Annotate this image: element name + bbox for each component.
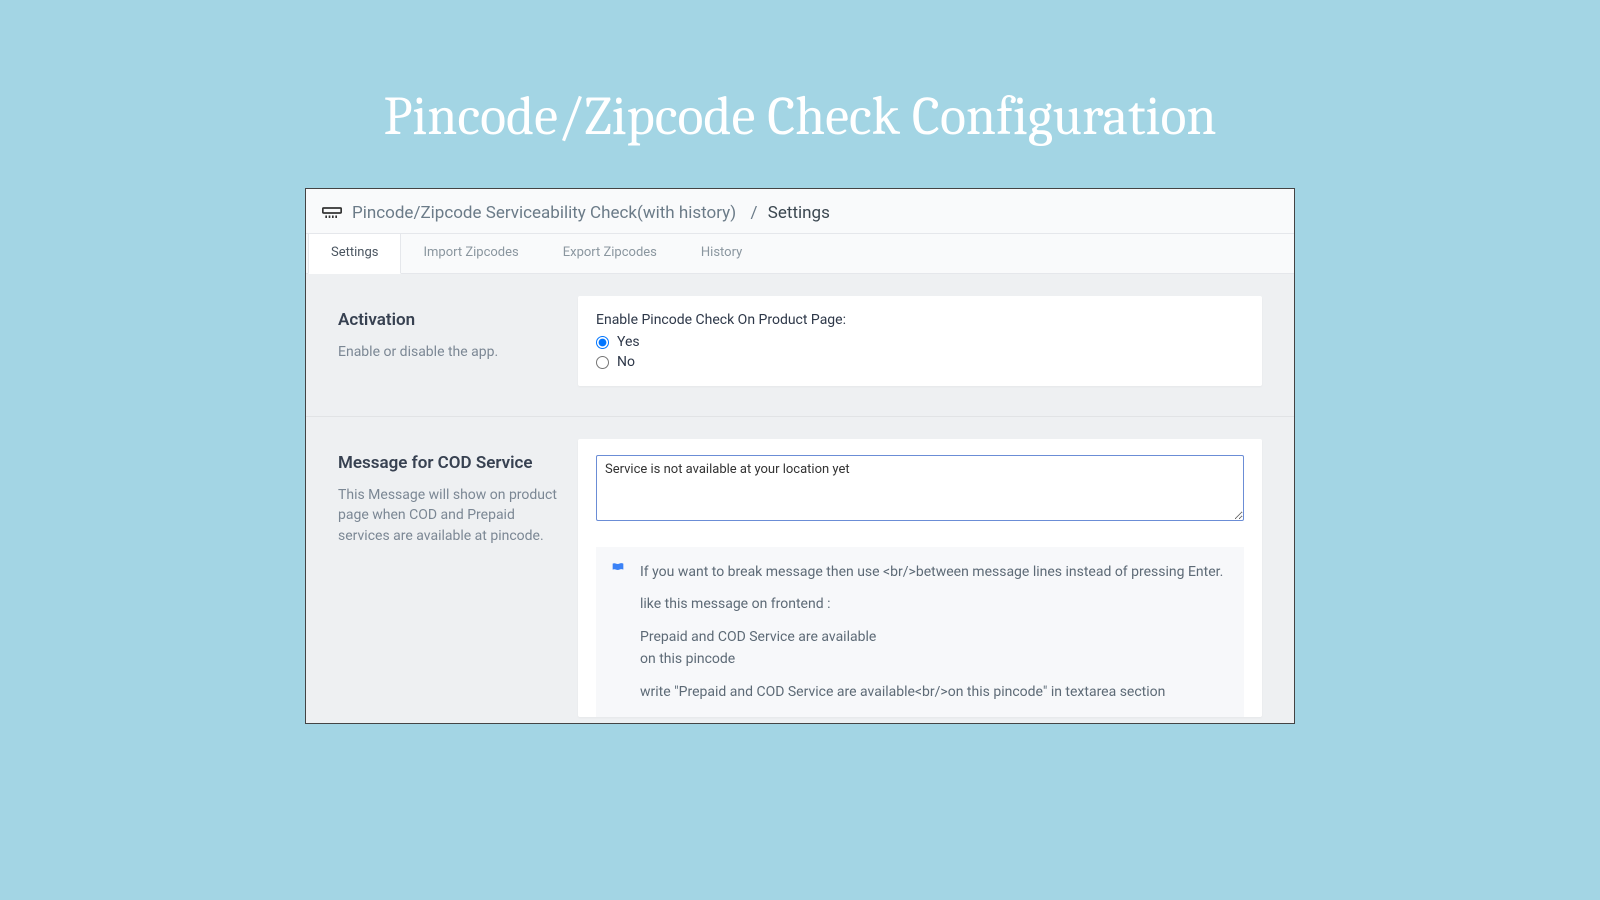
enable-pincode-label: Enable Pincode Check On Product Page: xyxy=(596,312,1244,328)
cod-hint-box: If you want to break message then use <b… xyxy=(596,547,1244,717)
hint-example: Prepaid and COD Service are available on… xyxy=(640,626,1228,671)
tab-bar: Settings Import Zipcodes Export Zipcodes… xyxy=(306,234,1294,274)
tab-history[interactable]: History xyxy=(679,234,764,273)
flag-icon xyxy=(610,561,626,577)
radio-no-row[interactable]: No xyxy=(596,354,1244,370)
hint-line-2: like this message on frontend : xyxy=(640,593,1228,615)
breadcrumb-separator: / xyxy=(742,203,762,223)
breadcrumb-parent[interactable]: Pincode/Zipcode Serviceability Check(wit… xyxy=(352,203,736,223)
tab-export-zipcodes[interactable]: Export Zipcodes xyxy=(541,234,679,273)
activation-desc: Enable or disable the app. xyxy=(338,342,568,362)
cod-section-header: Message for COD Service This Message wil… xyxy=(338,439,568,717)
tab-import-zipcodes[interactable]: Import Zipcodes xyxy=(401,234,540,273)
page-heading: Pincode/Zipcode Check Configuration xyxy=(0,0,1600,188)
radio-yes[interactable] xyxy=(596,336,609,349)
app-icon xyxy=(322,207,342,219)
radio-yes-label: Yes xyxy=(617,334,640,350)
radio-no[interactable] xyxy=(596,356,609,369)
config-panel: Pincode/Zipcode Serviceability Check(wit… xyxy=(305,188,1295,724)
cod-message-section: Message for COD Service This Message wil… xyxy=(306,417,1294,723)
breadcrumb-current: Settings xyxy=(768,203,830,223)
cod-desc: This Message will show on product page w… xyxy=(338,485,568,546)
radio-no-label: No xyxy=(617,354,635,370)
activation-title: Activation xyxy=(338,310,568,330)
activation-section: Activation Enable or disable the app. En… xyxy=(306,274,1294,417)
hint-line-1: If you want to break message then use <b… xyxy=(640,561,1228,583)
cod-title: Message for COD Service xyxy=(338,453,568,473)
activation-section-header: Activation Enable or disable the app. xyxy=(338,296,568,386)
cod-message-textarea[interactable] xyxy=(596,455,1244,521)
hint-line-4: write "Prepaid and COD Service are avail… xyxy=(640,681,1228,703)
cod-card: If you want to break message then use <b… xyxy=(578,439,1262,717)
content-area: Activation Enable or disable the app. En… xyxy=(306,274,1294,723)
breadcrumb: Pincode/Zipcode Serviceability Check(wit… xyxy=(306,189,1294,234)
tab-settings[interactable]: Settings xyxy=(308,234,401,274)
activation-card: Enable Pincode Check On Product Page: Ye… xyxy=(578,296,1262,386)
radio-yes-row[interactable]: Yes xyxy=(596,334,1244,350)
